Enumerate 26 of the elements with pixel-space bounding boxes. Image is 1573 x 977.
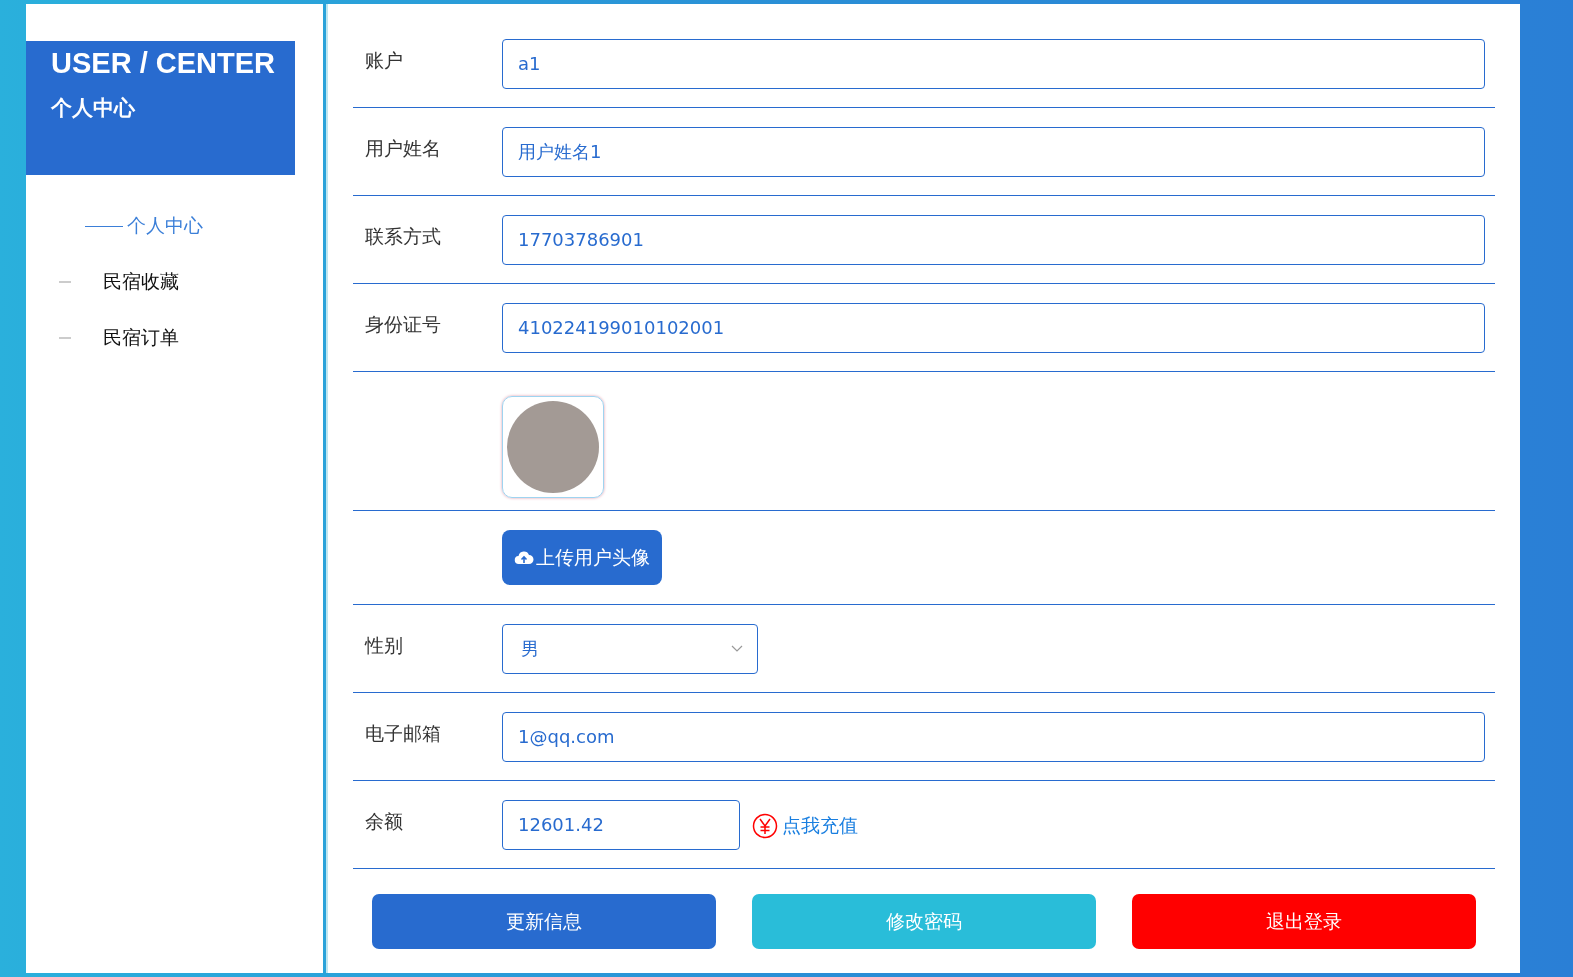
field-label: 身份证号 (364, 312, 442, 337)
text-input[interactable]: 410224199010102001 (502, 302, 1485, 353)
balance-input[interactable]: 12601.42 (502, 799, 740, 850)
sidebar-item[interactable]: 个人中心 (59, 213, 323, 239)
text-input[interactable]: 用户姓名1 (502, 126, 1485, 177)
field-label: 账户 (364, 48, 404, 73)
field-label: 余额 (364, 809, 404, 834)
field-label: 联系方式 (364, 224, 442, 249)
text-input[interactable]: a1 (502, 38, 1485, 89)
header-title: USER / CENTER (51, 47, 276, 80)
text-input[interactable]: 17703786901 (502, 214, 1485, 265)
action-button[interactable]: 更新信息 (372, 894, 716, 949)
cloud-upload-icon (514, 549, 534, 566)
field-label: 用户姓名 (364, 136, 442, 161)
upload-avatar-button[interactable]: 上传用户头像 (502, 530, 662, 585)
field-label: 电子邮箱 (364, 721, 442, 746)
chevron-icon (731, 644, 743, 653)
recharge-link[interactable]: 点我充值 (782, 812, 858, 839)
header-subtitle: 个人中心 (51, 95, 136, 122)
sidebar-item[interactable]: 民宿收藏 (59, 269, 323, 295)
field-label: 性别 (363, 633, 404, 658)
yuan-icon (752, 812, 778, 839)
text-input[interactable]: 1@qq.com (502, 711, 1485, 762)
action-button[interactable]: 退出登录 (1132, 894, 1476, 949)
sidebar-item[interactable]: 民宿订单 (59, 325, 323, 351)
gender-select[interactable]: 男 (502, 623, 758, 674)
